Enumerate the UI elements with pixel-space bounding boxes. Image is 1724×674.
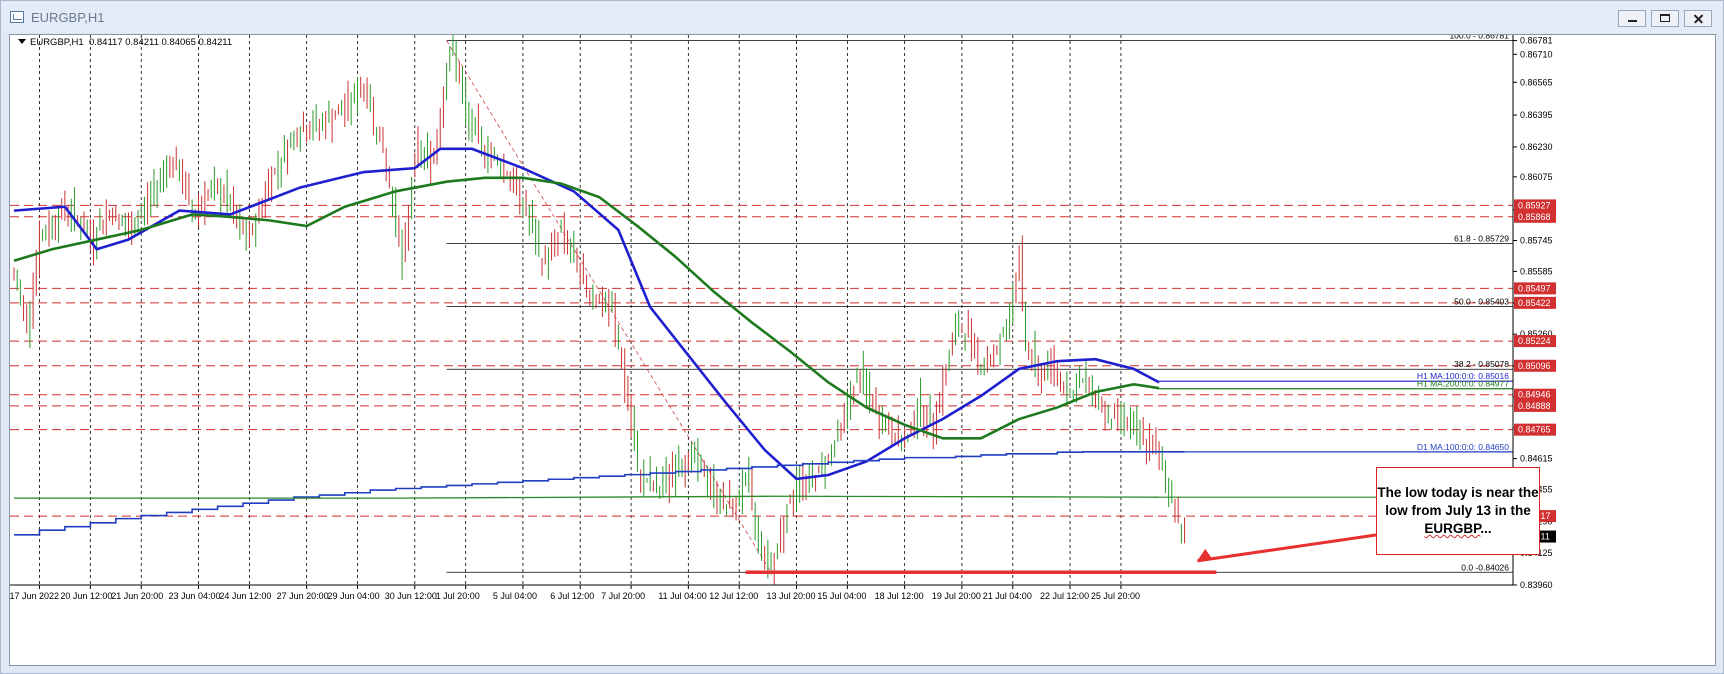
x-tick-label: 20 Jun 12:00 <box>60 591 112 601</box>
x-tick-label: 30 Jun 12:00 <box>385 591 437 601</box>
level-price-label: 0.85927 <box>1518 200 1551 210</box>
title-bar[interactable]: EURGBP,H1 <box>1 1 1723 33</box>
level-price-label: 0.85422 <box>1518 298 1551 308</box>
candles <box>13 35 1186 585</box>
y-tick-label: 0.83960 <box>1520 580 1553 590</box>
fib-label: 38.2 - 0.85078 <box>1454 359 1509 369</box>
terminal-window: EURGBP,H1 100.0 - 0.86781 61.8 - 0.85729 5… <box>0 0 1724 674</box>
level-price-label: 0.85868 <box>1518 212 1551 222</box>
x-tick-label: 5 Jul 04:00 <box>493 591 537 601</box>
level-price-label: 0.84765 <box>1518 425 1551 435</box>
x-tick-label: 17 Jun 2022 <box>10 591 59 601</box>
y-tick-label: 0.85585 <box>1520 266 1553 276</box>
x-tick-label: 11 Jul 04:00 <box>658 591 706 601</box>
ma-label: D1 MA:100:0:0: 0.84650 <box>1417 442 1509 452</box>
y-tick-label: 0.86781 <box>1520 36 1553 46</box>
x-tick-label: 13 Jul 20:00 <box>766 591 815 601</box>
price-chart[interactable]: 100.0 - 0.86781 61.8 - 0.85729 50.0 - 0.85… <box>10 35 1715 665</box>
x-tick-label: 1 Jul 20:00 <box>436 591 480 601</box>
annotation-callout: The low today is near the low from July … <box>1376 467 1540 555</box>
x-tick-label: 21 Jul 04:00 <box>983 591 1032 601</box>
x-tick-label: 23 Jun 04:00 <box>168 591 220 601</box>
d1-ma100-line <box>14 451 1185 536</box>
symbol-header: EURGBP,H1 0.84117 0.84211 0.84065 0.8421… <box>18 37 232 48</box>
y-tick-label: 0.86395 <box>1520 110 1553 120</box>
ohlc-values: 0.84117 0.84211 0.84065 0.84211 <box>88 37 233 48</box>
x-tick-label: 22 Jul 12:00 <box>1040 591 1089 601</box>
d1-ma200-line <box>14 495 1160 499</box>
x-tick-label: 19 Jul 20:00 <box>932 591 981 601</box>
fib-label: 100.0 - 0.86781 <box>1449 35 1509 41</box>
level-price-label: 0.84888 <box>1518 401 1551 411</box>
y-tick-label: 0.86075 <box>1520 172 1553 182</box>
x-tick-label: 18 Jul 12:00 <box>875 591 924 601</box>
close-button[interactable] <box>1684 10 1712 27</box>
level-price-label: 0.85497 <box>1518 283 1551 293</box>
level-price-label: 0.85224 <box>1518 336 1551 346</box>
x-tick-label: 15 Jul 04:00 <box>817 591 866 601</box>
y-tick-label: 0.86565 <box>1520 77 1553 87</box>
x-tick-label: 6 Jul 12:00 <box>550 591 594 601</box>
chevron-down-icon[interactable] <box>18 39 26 44</box>
symbol-name: EURGBP,H1 <box>30 37 84 48</box>
x-tick-label: 25 Jul 20:00 <box>1091 591 1140 601</box>
y-tick-label: 0.84615 <box>1520 454 1553 464</box>
x-tick-label: 7 Jul 20:00 <box>601 591 645 601</box>
fib-label: 50.0 - 0.85403 <box>1454 297 1509 307</box>
level-price-label: 0.85096 <box>1518 361 1551 371</box>
maximize-button[interactable] <box>1651 10 1679 27</box>
y-tick-label: 0.86710 <box>1520 49 1553 59</box>
x-tick-label: 27 Jun 20:00 <box>277 591 329 601</box>
callout-arrow <box>1197 533 1377 563</box>
x-tick-label: 12 Jul 12:00 <box>709 591 758 601</box>
chart-area[interactable]: 100.0 - 0.86781 61.8 - 0.85729 50.0 - 0.85… <box>9 34 1716 666</box>
x-tick-label: 29 Jun 04:00 <box>328 591 380 601</box>
annotation-text: The low today is near the low from July … <box>1377 485 1539 536</box>
chart-window-icon <box>10 11 24 23</box>
fib-label: 0.0 -0.84026 <box>1461 562 1509 572</box>
x-tick-label: 24 Jun 12:00 <box>219 591 271 601</box>
y-tick-label: 0.86230 <box>1520 142 1553 152</box>
window-title: EURGBP,H1 <box>31 10 105 25</box>
fib-label: 61.8 - 0.85729 <box>1454 234 1509 244</box>
minimize-button[interactable] <box>1618 10 1646 27</box>
y-tick-label: 0.85745 <box>1520 236 1553 246</box>
level-price-label: 0.84946 <box>1518 390 1551 400</box>
x-tick-label: 21 Jun 20:00 <box>111 591 163 601</box>
arrow-head-icon <box>1197 548 1213 561</box>
ma-label: H1 MA:200:0:0: 0.84977 <box>1417 379 1509 389</box>
